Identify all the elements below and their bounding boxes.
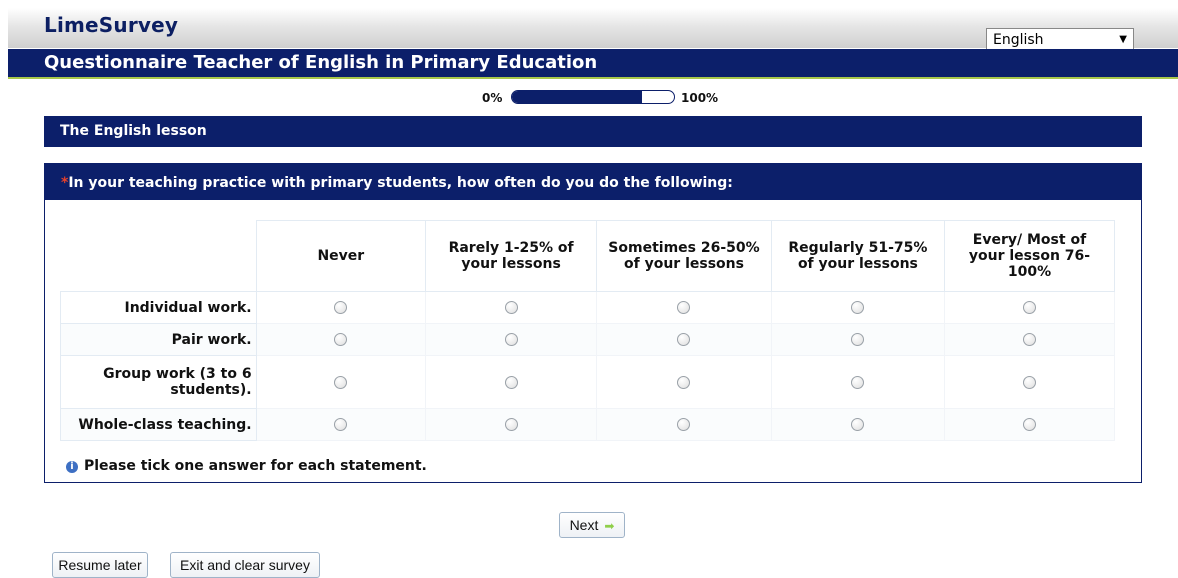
radio-button[interactable] bbox=[677, 301, 691, 314]
answer-cell[interactable] bbox=[255, 291, 427, 324]
column-header: Never bbox=[255, 220, 427, 292]
answer-cell[interactable] bbox=[770, 323, 945, 356]
radio-button[interactable] bbox=[851, 375, 865, 389]
radio-button[interactable] bbox=[334, 301, 348, 314]
radio-button[interactable] bbox=[334, 375, 348, 389]
radio-button[interactable] bbox=[504, 333, 518, 346]
radio-button[interactable] bbox=[851, 418, 865, 431]
info-icon: i bbox=[66, 461, 78, 473]
column-header: Every/ Most of your lesson 76-100% bbox=[943, 220, 1116, 292]
radio-button[interactable] bbox=[851, 333, 865, 346]
question-label: In your teaching practice with primary s… bbox=[68, 175, 733, 191]
radio-button[interactable] bbox=[1022, 333, 1036, 346]
column-header: Rarely 1-25% of your lessons bbox=[425, 220, 598, 292]
answer-cell[interactable] bbox=[943, 355, 1116, 409]
answer-cell[interactable] bbox=[425, 355, 598, 409]
radio-button[interactable] bbox=[677, 418, 691, 431]
exit-clear-survey-button[interactable]: Exit and clear survey bbox=[170, 552, 320, 578]
group-title: The English lesson bbox=[60, 123, 207, 139]
progress-fill bbox=[512, 91, 642, 103]
row-label: Whole-class teaching. bbox=[60, 408, 257, 441]
answer-cell[interactable] bbox=[255, 323, 427, 356]
progress-bar bbox=[511, 90, 675, 104]
answer-cell[interactable] bbox=[596, 355, 772, 409]
row-label: Group work (3 to 6 students). bbox=[60, 355, 257, 409]
column-header: Regularly 51-75% of your lessons bbox=[770, 220, 945, 292]
next-button[interactable]: Next ➡ bbox=[559, 512, 625, 538]
answer-cell[interactable] bbox=[943, 291, 1116, 324]
question-header: *In your teaching practice with primary … bbox=[45, 164, 1141, 200]
answer-cell[interactable] bbox=[425, 291, 598, 324]
group-header: The English lesson bbox=[44, 116, 1142, 147]
tip-text: Please tick one answer for each statemen… bbox=[84, 458, 427, 474]
answer-cell[interactable] bbox=[943, 408, 1116, 441]
table-row: Whole-class teaching. bbox=[60, 408, 1116, 441]
radio-button[interactable] bbox=[1022, 301, 1036, 314]
next-button-label: Next bbox=[569, 517, 599, 533]
chevron-down-icon: ▼ bbox=[1119, 34, 1127, 45]
radio-button[interactable] bbox=[1022, 418, 1036, 431]
resume-later-button[interactable]: Resume later bbox=[52, 552, 148, 578]
answer-cell[interactable] bbox=[596, 408, 772, 441]
table-row: Pair work. bbox=[60, 323, 1116, 356]
question-text: *In your teaching practice with primary … bbox=[61, 175, 733, 191]
row-label: Pair work. bbox=[60, 323, 257, 356]
radio-button[interactable] bbox=[677, 375, 691, 389]
answer-cell[interactable] bbox=[255, 355, 427, 409]
answer-cell[interactable] bbox=[770, 355, 945, 409]
radio-button[interactable] bbox=[504, 418, 518, 431]
arrow-right-icon: ➡ bbox=[604, 519, 615, 533]
survey-title: Questionnaire Teacher of English in Prim… bbox=[44, 52, 598, 73]
language-selected-value: English bbox=[993, 32, 1044, 48]
brand-logo: LimeSurvey bbox=[44, 13, 179, 37]
radio-button[interactable] bbox=[851, 301, 865, 314]
progress-max-label: 100% bbox=[681, 91, 719, 105]
radio-button[interactable] bbox=[334, 418, 348, 431]
progress-min-label: 0% bbox=[482, 91, 503, 105]
radio-button[interactable] bbox=[1022, 375, 1036, 389]
answer-cell[interactable] bbox=[425, 408, 598, 441]
table-row: Individual work. bbox=[60, 291, 1116, 324]
matrix-corner bbox=[60, 220, 257, 292]
radio-button[interactable] bbox=[504, 301, 518, 314]
answer-cell[interactable] bbox=[255, 408, 427, 441]
radio-button[interactable] bbox=[334, 333, 348, 346]
row-label: Individual work. bbox=[60, 291, 257, 324]
answer-cell[interactable] bbox=[943, 323, 1116, 356]
answer-cell[interactable] bbox=[596, 291, 772, 324]
question-tip: i Please tick one answer for each stateme… bbox=[66, 458, 427, 474]
radio-button[interactable] bbox=[504, 375, 518, 389]
radio-button[interactable] bbox=[677, 333, 691, 346]
column-header: Sometimes 26-50% of your lessons bbox=[596, 220, 772, 292]
table-row: Group work (3 to 6 students). bbox=[60, 355, 1116, 409]
answer-cell[interactable] bbox=[770, 291, 945, 324]
answer-cell[interactable] bbox=[596, 323, 772, 356]
survey-title-bar: Questionnaire Teacher of English in Prim… bbox=[8, 49, 1178, 79]
answer-cell[interactable] bbox=[770, 408, 945, 441]
answer-matrix: Never Rarely 1-25% of your lessons Somet… bbox=[60, 220, 1116, 441]
answer-cell[interactable] bbox=[425, 323, 598, 356]
